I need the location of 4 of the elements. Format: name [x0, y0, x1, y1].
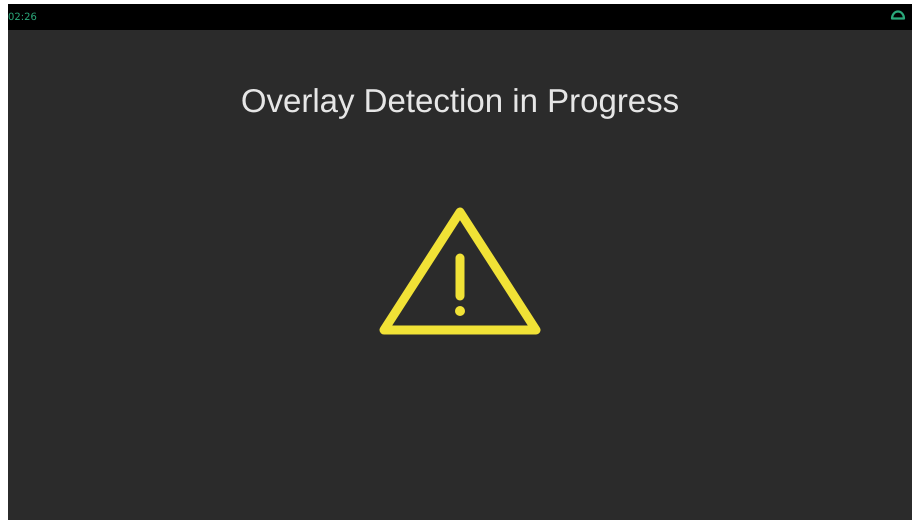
warning-icon	[378, 206, 542, 336]
clock-time: 02:26	[8, 12, 37, 22]
screen-title: Overlay Detection in Progress	[240, 82, 680, 120]
dome-icon	[890, 8, 906, 20]
